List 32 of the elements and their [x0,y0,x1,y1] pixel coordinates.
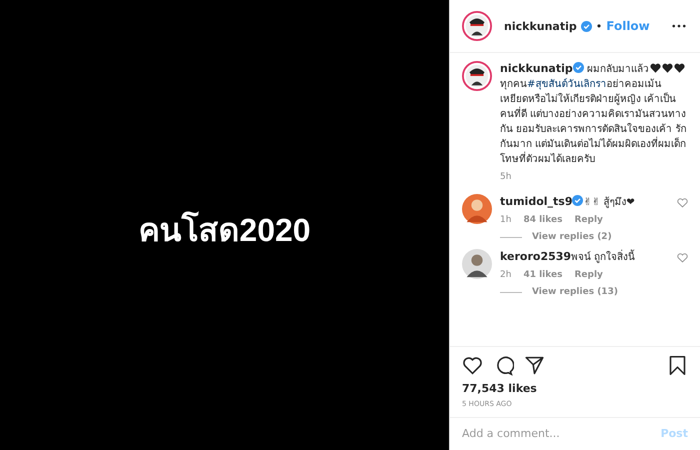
avatar-icon[interactable] [462,61,492,91]
view-replies-link[interactable]: View replies (13) [532,287,618,297]
avatar-icon[interactable] [462,11,492,41]
username-link[interactable]: nickkunatip [504,20,577,32]
like-icon[interactable] [462,355,483,376]
timestamp: 1h [500,215,512,225]
username-link[interactable]: tumidol_ts9 [500,195,572,208]
like-count: 84 likes [523,215,562,225]
caption-text: ทุกคน#สุขสันต์วันเลิกราอย่าคอมเม้นเหยียดหรือไม่ให้เกียรติฝ่ายผู้หญิง เค้าเป็นคนที่ดี แต่บางอย่างความคิดเรามันสวนทางกัน ยอมรับละเคารพการตัดสินใจของเค้า รักกันมาก แต่มันเดินต่อไม่ได้ผมผิดเองที่ผมเด็ก โทษที่ตัวผมได้เลยครับ [500,77,688,167]
avatar-icon[interactable] [462,249,492,279]
view-replies-link[interactable]: View replies (2) [532,232,612,242]
like-count: 77,543 likes [461,381,538,397]
timestamp: 5h [500,172,512,182]
heart-icon [650,63,661,73]
follow-link[interactable]: Follow [606,19,650,33]
like-count: 41 likes [523,270,562,280]
hashtag-link[interactable]: #สุขสันต์วันเลิกรา [527,79,606,90]
separator-dot: • [596,20,602,32]
comment-text: พจน์ ถูกใจสิ่งนี้ [571,252,636,263]
reply-link[interactable]: Reply [574,215,603,225]
username-link[interactable]: nickkunatip [500,62,573,75]
more-icon[interactable] [672,24,686,28]
timestamp: 2h [500,270,512,280]
comment-text: ✌✌ สู้ๆมึง❤ [583,197,635,208]
bookmark-icon[interactable] [667,355,688,376]
reply-link[interactable]: Reply [574,270,603,280]
heart-icon [674,63,685,73]
username-link[interactable]: keroro2539 [500,250,572,263]
share-icon[interactable] [524,355,545,376]
post-image-text: คนโสด2020 [138,210,311,250]
heart-icon [662,63,673,73]
caption-text: ผมกลับมาแล้ว [586,64,649,75]
